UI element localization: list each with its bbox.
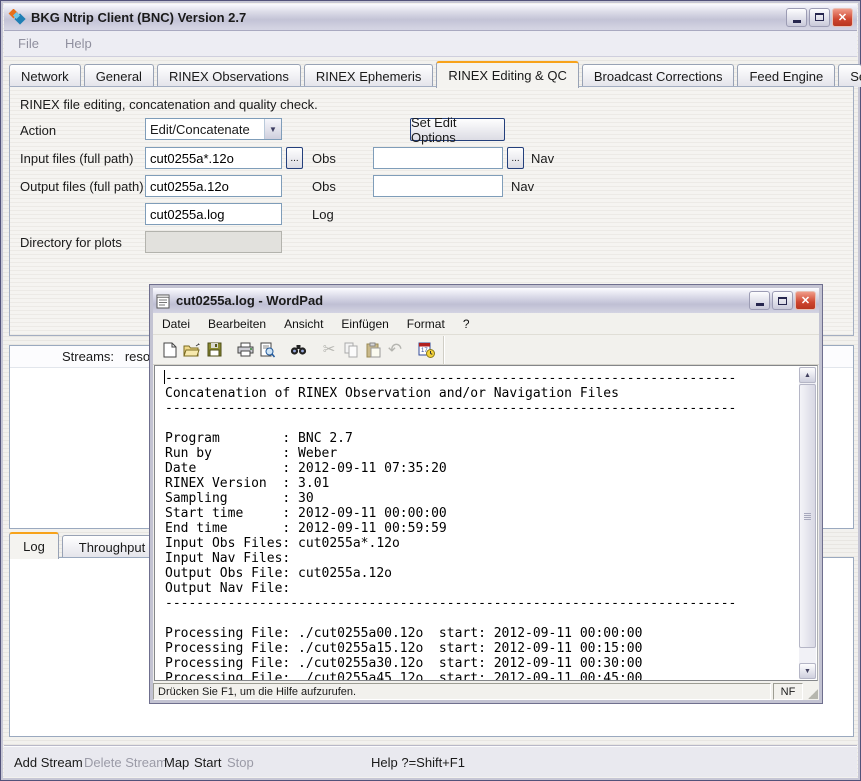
- stop-button: Stop: [227, 755, 254, 770]
- menu-ansicht[interactable]: Ansicht: [284, 317, 323, 331]
- new-document-icon[interactable]: [159, 340, 181, 360]
- menu-format[interactable]: Format: [407, 317, 445, 331]
- panel-intro: RINEX file editing, concatenation and qu…: [20, 97, 318, 112]
- set-edit-options-button[interactable]: Set Edit Options: [410, 118, 505, 141]
- action-label: Action: [20, 123, 56, 138]
- log-tag: Log: [312, 207, 334, 222]
- wordpad-minimize-button[interactable]: [749, 291, 770, 310]
- print-icon[interactable]: [234, 340, 256, 360]
- input-obs-browse-button[interactable]: ...: [286, 147, 303, 169]
- date-time-icon[interactable]: 17: [415, 340, 437, 360]
- tab-network[interactable]: Network: [9, 64, 81, 87]
- input-obs-field[interactable]: [145, 147, 282, 169]
- action-select[interactable]: Edit/Concatenate ▼: [145, 118, 282, 140]
- menu-hilfe[interactable]: ?: [463, 317, 470, 331]
- input-files-label: Input files (full path): [20, 151, 133, 166]
- tab-rinex-editing-qc[interactable]: RINEX Editing & QC: [436, 61, 579, 88]
- scroll-down-icon[interactable]: ▼: [799, 663, 816, 679]
- tab-serial[interactable]: Seri: [838, 64, 861, 87]
- bnc-main-window: BKG Ntrip Client (BNC) Version 2.7 ✕ Fil…: [0, 0, 861, 781]
- output-obs-tag: Obs: [312, 179, 336, 194]
- log-file-field[interactable]: [145, 203, 282, 225]
- minimize-button[interactable]: [786, 8, 807, 27]
- map-button[interactable]: Map: [164, 755, 189, 770]
- window-title: BKG Ntrip Client (BNC) Version 2.7: [31, 10, 784, 25]
- start-button[interactable]: Start: [194, 755, 221, 770]
- wordpad-text-area[interactable]: ----------------------------------------…: [154, 365, 818, 681]
- resize-grip[interactable]: [805, 683, 819, 700]
- find-icon[interactable]: [287, 340, 309, 360]
- close-button[interactable]: ✕: [832, 8, 853, 27]
- menu-bearbeiten[interactable]: Bearbeiten: [208, 317, 266, 331]
- bottom-tab-strip: Log Throughput: [9, 533, 165, 558]
- output-obs-field[interactable]: [145, 175, 282, 197]
- plots-dir-label: Directory for plots: [20, 235, 122, 250]
- input-obs-tag: Obs: [312, 151, 336, 166]
- undo-icon: ↶: [384, 340, 406, 360]
- output-nav-tag: Nav: [511, 179, 534, 194]
- tab-feed-engine[interactable]: Feed Engine: [737, 64, 835, 87]
- plots-dir-field: [145, 231, 282, 253]
- input-nav-tag: Nav: [531, 151, 554, 166]
- action-value: Edit/Concatenate: [146, 122, 264, 137]
- tab-general[interactable]: General: [84, 64, 154, 87]
- scrollbar-thumb[interactable]: [799, 384, 816, 648]
- tab-throughput[interactable]: Throughput: [62, 535, 162, 558]
- menu-help[interactable]: Help: [65, 36, 92, 51]
- wordpad-window: cut0255a.log - WordPad ✕ Datei Bearbeite…: [149, 284, 823, 704]
- wordpad-title-bar[interactable]: cut0255a.log - WordPad ✕: [153, 288, 819, 313]
- wordpad-close-button[interactable]: ✕: [795, 291, 816, 310]
- main-menu-bar: File Help: [4, 31, 857, 57]
- menu-datei[interactable]: Datei: [162, 317, 190, 331]
- status-message: Drücken Sie F1, um die Hilfe aufzurufen.: [153, 683, 771, 700]
- log-document-text: ----------------------------------------…: [165, 371, 736, 681]
- tab-strip: Network General RINEX Observations RINEX…: [9, 60, 852, 87]
- status-nf-indicator: NF: [773, 683, 803, 700]
- bnc-diamonds-icon: [8, 9, 26, 25]
- paste-icon: [362, 340, 384, 360]
- main-title-bar[interactable]: BKG Ntrip Client (BNC) Version 2.7 ✕: [4, 4, 857, 31]
- help-shortcut-label: Help ?=Shift+F1: [371, 755, 465, 770]
- tab-log[interactable]: Log: [9, 532, 59, 559]
- input-nav-browse-button[interactable]: ...: [507, 147, 524, 169]
- tab-rinex-observations[interactable]: RINEX Observations: [157, 64, 301, 87]
- maximize-button[interactable]: [809, 8, 830, 27]
- tab-rinex-ephemeris[interactable]: RINEX Ephemeris: [304, 64, 433, 87]
- wordpad-document-icon: [156, 293, 171, 309]
- wordpad-status-bar: Drücken Sie F1, um die Hilfe aufzurufen.…: [153, 681, 819, 700]
- output-nav-field[interactable]: [373, 175, 503, 197]
- print-preview-icon[interactable]: [256, 340, 278, 360]
- footer-toolbar: Add Stream Delete Stream Map Start Stop …: [4, 745, 857, 777]
- wordpad-toolbar: ✂ ↶ 17: [153, 335, 819, 365]
- chevron-down-icon[interactable]: ▼: [264, 119, 281, 139]
- save-icon[interactable]: [203, 340, 225, 360]
- output-files-label: Output files (full path): [20, 179, 144, 194]
- menu-file[interactable]: File: [18, 36, 39, 51]
- wordpad-menu-bar: Datei Bearbeiten Ansicht Einfügen Format…: [153, 313, 819, 335]
- cut-icon: ✂: [318, 340, 340, 360]
- copy-icon: [340, 340, 362, 360]
- add-stream-button[interactable]: Add Stream: [14, 755, 83, 770]
- delete-stream-button: Delete Stream: [84, 755, 167, 770]
- input-nav-field[interactable]: [373, 147, 503, 169]
- open-icon[interactable]: [181, 340, 203, 360]
- scroll-up-icon[interactable]: ▲: [799, 367, 816, 383]
- vertical-scrollbar[interactable]: ▲ ▼: [799, 367, 816, 679]
- wordpad-maximize-button[interactable]: [772, 291, 793, 310]
- menu-einfuegen[interactable]: Einfügen: [341, 317, 388, 331]
- tab-broadcast-corrections[interactable]: Broadcast Corrections: [582, 64, 735, 87]
- wordpad-title: cut0255a.log - WordPad: [176, 293, 747, 308]
